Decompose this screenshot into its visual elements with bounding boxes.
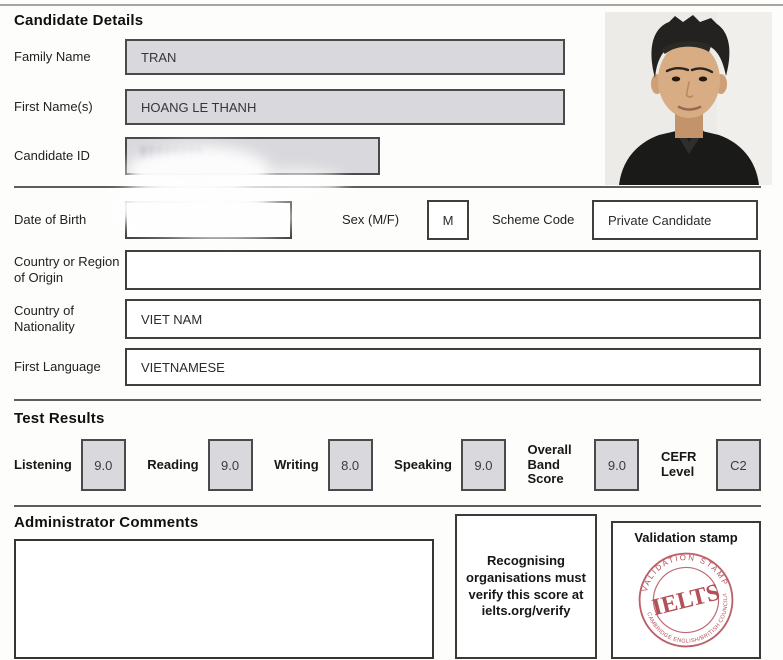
country-origin-field[interactable] xyxy=(125,250,761,290)
verification-notice-text: Recognising organisations must verify th… xyxy=(465,553,587,621)
reading-label: Reading xyxy=(147,458,198,473)
sex-label: Sex (M/F) xyxy=(342,212,417,228)
score-speaking: Speaking 9.0 xyxy=(394,439,506,491)
test-results-section: Test Results Listening 9.0 Reading 9.0 W… xyxy=(14,401,761,505)
first-names-label: First Name(s) xyxy=(14,99,125,115)
date-of-birth-label: Date of Birth xyxy=(14,212,125,228)
score-overall-band: Overall Band Score 9.0 xyxy=(527,439,639,491)
listening-score-field[interactable]: 9.0 xyxy=(81,439,126,491)
scheme-code-label: Scheme Code xyxy=(492,212,580,228)
candidate-details-section: Candidate Details Family Name TRAN First… xyxy=(14,0,761,186)
stamp-center-text: IELTS xyxy=(649,579,722,622)
personal-info-section: Date of Birth Sex (M/F) M Scheme Code Pr… xyxy=(14,188,761,399)
candidate-id-label: Candidate ID xyxy=(14,148,125,164)
speaking-label: Speaking xyxy=(394,458,452,473)
administrator-comments-title: Administrator Comments xyxy=(14,514,434,531)
ielts-validation-stamp-icon: VALIDATION STAMP CAMBRIDGE ENGLISH/BRITI… xyxy=(634,548,738,652)
writing-score-field[interactable]: 8.0 xyxy=(328,439,373,491)
validation-stamp-title: Validation stamp xyxy=(634,530,737,545)
validation-stamp-box: Validation stamp VALIDATION STAMP CAMBRI… xyxy=(611,521,761,659)
score-listening: Listening 9.0 xyxy=(14,439,126,491)
first-language-label: First Language xyxy=(14,359,125,375)
country-origin-label: Country or Region of Origin xyxy=(14,254,125,285)
score-cefr-level: CEFR Level C2 xyxy=(661,439,761,491)
dob-row: Date of Birth Sex (M/F) M Scheme Code Pr… xyxy=(14,200,761,240)
writing-label: Writing xyxy=(274,458,319,473)
administrator-comments-block: Administrator Comments xyxy=(14,514,434,659)
sex-field[interactable]: M xyxy=(427,200,469,240)
administrator-comments-field[interactable] xyxy=(14,539,434,659)
redacted-id-blur xyxy=(141,147,201,158)
family-name-label: Family Name xyxy=(14,49,125,65)
scheme-code-field[interactable]: Private Candidate xyxy=(592,200,758,240)
country-nationality-label: Country of Nationality xyxy=(14,303,125,334)
country-nationality-field[interactable]: VIET NAM xyxy=(125,299,761,339)
ielts-report-form: Candidate Details Family Name TRAN First… xyxy=(0,0,783,660)
candidate-photo xyxy=(605,12,772,185)
listening-label: Listening xyxy=(14,458,72,473)
verification-notice-box: Recognising organisations must verify th… xyxy=(455,514,597,659)
score-reading: Reading 9.0 xyxy=(147,439,252,491)
overall-band-score-field[interactable]: 9.0 xyxy=(594,439,639,491)
candidate-id-field[interactable] xyxy=(125,137,380,175)
family-name-field[interactable]: TRAN xyxy=(125,39,565,75)
test-results-title: Test Results xyxy=(14,410,761,427)
country-nationality-row: Country of Nationality VIET NAM xyxy=(14,299,761,339)
country-origin-row: Country or Region of Origin xyxy=(14,250,761,290)
overall-band-label: Overall Band Score xyxy=(527,443,585,488)
score-writing: Writing 8.0 xyxy=(274,439,373,491)
scores-row: Listening 9.0 Reading 9.0 Writing 8.0 Sp… xyxy=(14,439,761,491)
reading-score-field[interactable]: 9.0 xyxy=(208,439,253,491)
speaking-score-field[interactable]: 9.0 xyxy=(461,439,506,491)
cefr-level-label: CEFR Level xyxy=(661,450,707,480)
first-language-row: First Language VIETNAMESE xyxy=(14,348,761,386)
first-language-field[interactable]: VIETNAMESE xyxy=(125,348,761,386)
first-names-field[interactable]: HOANG LE THANH xyxy=(125,89,565,125)
date-of-birth-field[interactable] xyxy=(125,201,292,239)
cefr-level-field[interactable]: C2 xyxy=(716,439,761,491)
footer-section: Administrator Comments Recognising organ… xyxy=(14,507,761,659)
